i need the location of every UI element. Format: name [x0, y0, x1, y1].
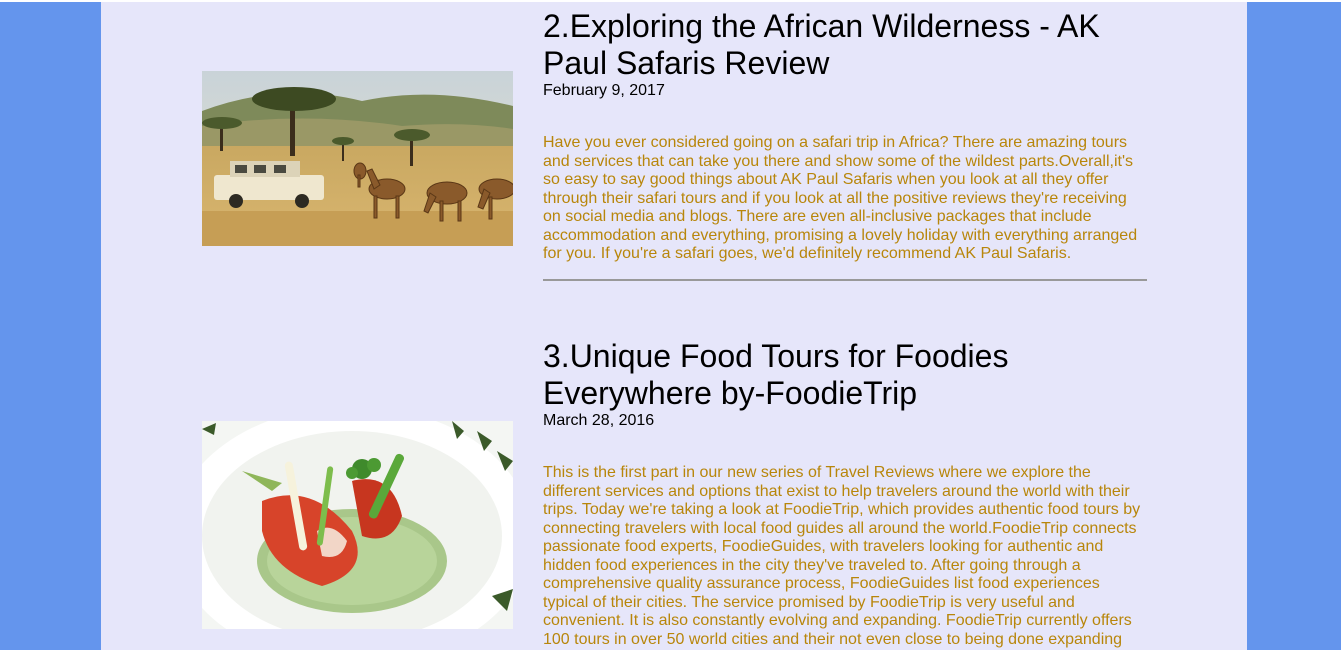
content-page: 2.Exploring the African Wilderness - AK …	[101, 2, 1247, 650]
article-date: February 9, 2017	[543, 82, 665, 99]
article-divider	[543, 279, 1147, 281]
article-body: Have you ever considered going on a safa…	[543, 134, 1138, 262]
article-title[interactable]: 3.Unique Food Tours for Foodies Everywhe…	[543, 338, 1148, 412]
article-food: 3.Unique Food Tours for Foodies Everywhe…	[543, 338, 1148, 649]
article-safari: 2.Exploring the African Wilderness - AK …	[543, 8, 1148, 264]
article-date: March 28, 2016	[543, 412, 655, 429]
safari-image[interactable]	[202, 71, 513, 246]
article-body: This is the first part in our new series…	[543, 464, 1141, 648]
food-image[interactable]	[202, 421, 513, 629]
article-title[interactable]: 2.Exploring the African Wilderness - AK …	[543, 8, 1148, 82]
